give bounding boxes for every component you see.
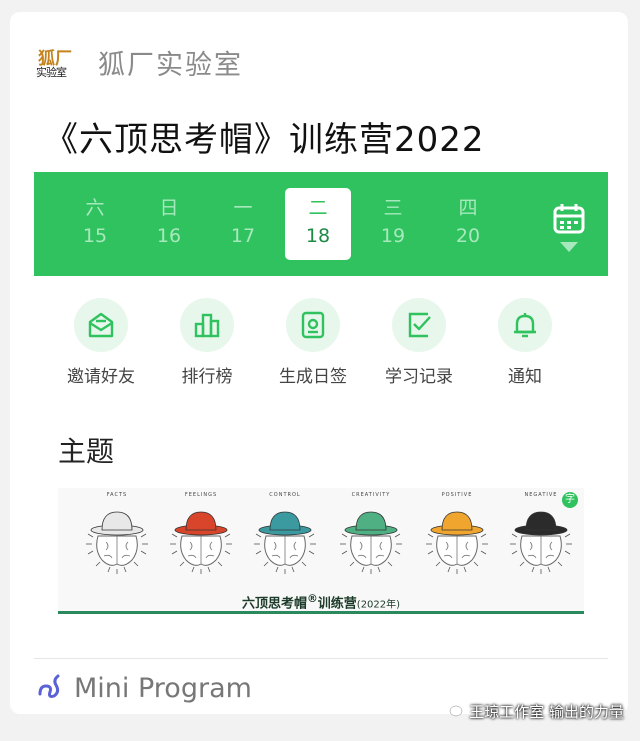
action-row: 邀请好友 排行榜 生成日签 学习记录 通知 xyxy=(56,298,586,390)
hat-figure: CREATIVITY xyxy=(334,492,408,588)
weekday-label: 四 xyxy=(458,197,478,219)
calendar-icon[interactable] xyxy=(552,202,588,258)
hat-brain-illustration xyxy=(426,511,488,574)
banner-title: 六顶思考帽®训练营(2022年) xyxy=(58,592,584,611)
date-number: 19 xyxy=(380,225,406,247)
weekday-label: 三 xyxy=(383,197,403,219)
banner-title-mark: ® xyxy=(306,592,318,605)
hat-brain-illustration xyxy=(170,511,232,574)
date-19[interactable]: 三 19 xyxy=(360,188,426,260)
hat-figure: FEELINGS xyxy=(164,492,238,588)
mini-program-icon xyxy=(36,672,64,704)
checklist-icon xyxy=(392,298,446,352)
mini-program-footer[interactable]: Mini Program xyxy=(36,672,252,704)
date-15[interactable]: 六 15 xyxy=(62,188,128,260)
hat-brain-illustration xyxy=(510,511,572,574)
watermark: 王琼工作室 输出的力量 xyxy=(441,700,624,722)
brand-name: 狐厂实验室 xyxy=(98,49,243,81)
daily-card-button[interactable]: 生成日签 xyxy=(268,298,358,387)
date-number: 15 xyxy=(82,225,108,247)
date-17[interactable]: 一 17 xyxy=(210,188,276,260)
banner-title-text: 六顶思考帽 xyxy=(241,596,307,612)
date-16[interactable]: 日 16 xyxy=(136,188,202,260)
daily-card-icon xyxy=(286,298,340,352)
date-number: 18 xyxy=(305,225,331,247)
section-title: 主题 xyxy=(58,435,115,468)
page-title: 《六顶思考帽》训练营2022 xyxy=(44,120,485,160)
date-20[interactable]: 四 20 xyxy=(435,188,501,260)
date-number: 16 xyxy=(156,225,182,247)
wechat-icon xyxy=(441,700,463,722)
logo-text-bottom: 实验室 xyxy=(36,66,67,79)
hat-figure: CONTROL xyxy=(248,492,322,588)
bell-icon xyxy=(498,298,552,352)
mini-program-label: Mini Program xyxy=(74,672,252,704)
leaderboard-button[interactable]: 排行榜 xyxy=(162,298,252,387)
weekday-label: 六 xyxy=(85,197,105,219)
action-label: 生成日签 xyxy=(279,367,347,387)
date-18[interactable]: 二 18 xyxy=(285,188,351,260)
weekday-label: 一 xyxy=(233,197,253,219)
watermark-text: 王琼工作室 输出的力量 xyxy=(469,702,624,721)
banner-year: (2022年) xyxy=(356,599,401,611)
leaderboard-icon xyxy=(180,298,234,352)
hat-figure: POSITIVE xyxy=(420,492,494,588)
weekday-label: 日 xyxy=(159,197,179,219)
action-label: 排行榜 xyxy=(181,367,233,387)
hat-figure: FACTS xyxy=(80,492,154,588)
divider xyxy=(34,658,608,659)
action-label: 邀请好友 xyxy=(67,367,135,387)
theme-banner[interactable]: FACTS FEELINGS CONTROL CREATIVITY POSITIVE NE… xyxy=(58,488,584,614)
date-strip: 六 15 日 16 一 17 二 18 三 19 四 20 xyxy=(34,172,608,276)
hat-brain-illustration xyxy=(86,511,148,574)
brand-header: 狐厂 实验室 狐厂实验室 xyxy=(34,40,243,84)
notification-button[interactable]: 通知 xyxy=(480,298,570,387)
weekday-label: 二 xyxy=(308,197,328,219)
date-number: 20 xyxy=(455,225,481,247)
brand-logo: 狐厂 实验室 xyxy=(34,42,78,82)
learning-record-button[interactable]: 学习记录 xyxy=(374,298,464,387)
hat-brain-illustration xyxy=(254,511,316,574)
envelope-icon xyxy=(74,298,128,352)
banner-title-suffix: 训练营 xyxy=(317,596,357,612)
action-label: 通知 xyxy=(508,367,542,387)
invite-friends-button[interactable]: 邀请好友 xyxy=(56,298,146,387)
hat-brain-illustration xyxy=(340,511,402,574)
date-number: 17 xyxy=(230,225,256,247)
badge-icon: 字 xyxy=(562,492,578,508)
action-label: 学习记录 xyxy=(385,367,453,387)
